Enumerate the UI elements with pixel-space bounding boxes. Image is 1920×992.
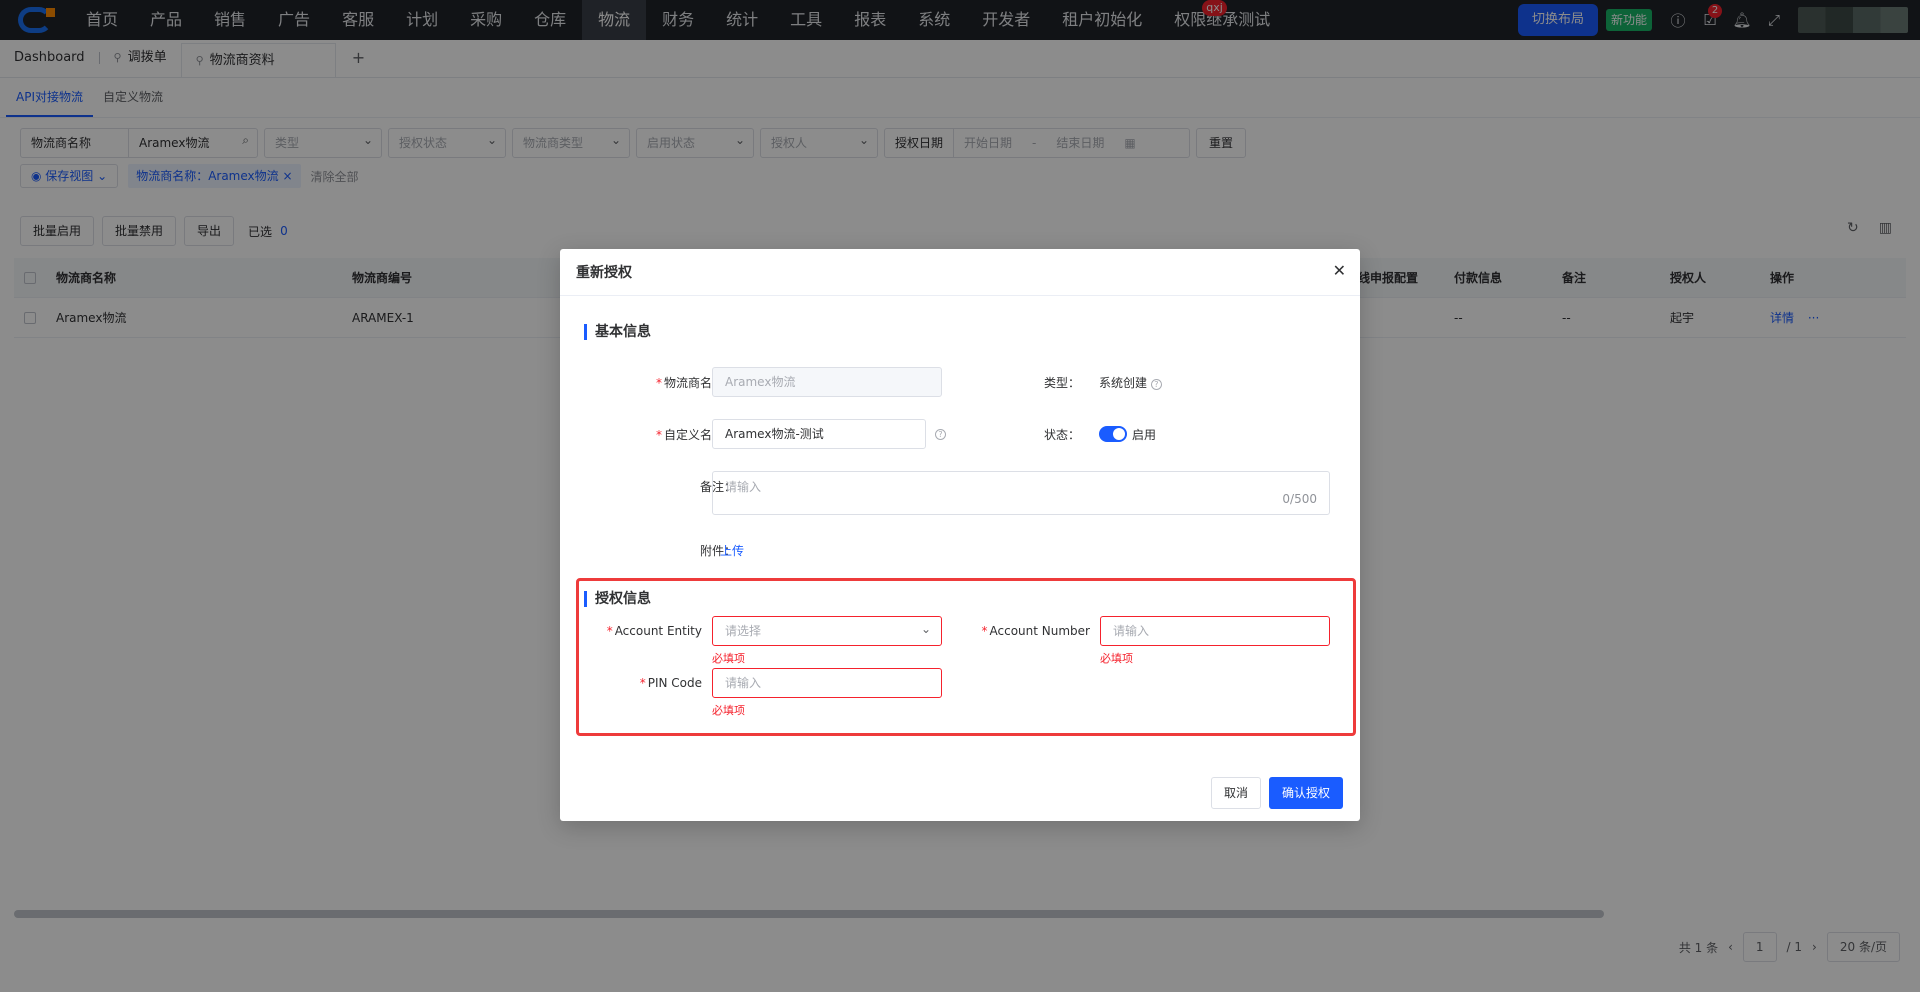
status-toggle[interactable] <box>1099 426 1127 442</box>
pin-code-error: 必填项 <box>712 704 745 717</box>
help-icon: ? <box>935 429 946 440</box>
carrier-name-field: Aramex物流 <box>712 367 942 397</box>
upload-link[interactable]: 上传 <box>720 542 744 559</box>
custom-name-input[interactable]: Aramex物流-测试 <box>712 419 926 449</box>
account-entity-label: * Account Entity <box>606 624 702 638</box>
cancel-button[interactable]: 取消 <box>1211 777 1262 809</box>
remark-placeholder: 请输入 <box>725 480 762 494</box>
remark-textarea[interactable]: 请输入 0/500 <box>712 471 1330 515</box>
help-icon: ? <box>1150 379 1162 390</box>
chevron-down-icon: ⌄ <box>920 622 931 636</box>
confirm-authorize-button[interactable]: 确认授权 <box>1269 777 1344 809</box>
pin-code-input[interactable]: 请输入 <box>712 668 942 698</box>
attachment-label: 附件： <box>699 544 736 558</box>
type-label: 类型： <box>1043 376 1080 390</box>
basic-info-title: 基本信息 <box>584 324 651 340</box>
account-number-label: * Account Number <box>981 624 1090 638</box>
remark-counter: 0/500 <box>1282 492 1317 506</box>
auth-info-title: 授权信息 <box>584 591 651 607</box>
account-entity-select[interactable]: 请选择 ⌄ <box>712 616 942 646</box>
dialog-title: 重新授权 <box>560 249 1360 296</box>
auth-info-highlight <box>576 578 1356 736</box>
close-icon[interactable]: ✕ <box>1333 261 1346 280</box>
account-entity-error: 必填项 <box>712 652 745 665</box>
account-number-input[interactable]: 请输入 <box>1100 616 1330 646</box>
account-number-error: 必填项 <box>1100 652 1133 665</box>
type-value: 系统创建 ? <box>1099 374 1162 391</box>
status-value: 启用 <box>1132 428 1157 442</box>
pin-code-label: * PIN Code <box>639 676 702 690</box>
status-label: 状态： <box>1043 428 1080 442</box>
reauthorize-dialog: 重新授权 ✕ 基本信息 * 物流商名称： Aramex物流 类型： 系统创建 ? … <box>560 249 1360 821</box>
